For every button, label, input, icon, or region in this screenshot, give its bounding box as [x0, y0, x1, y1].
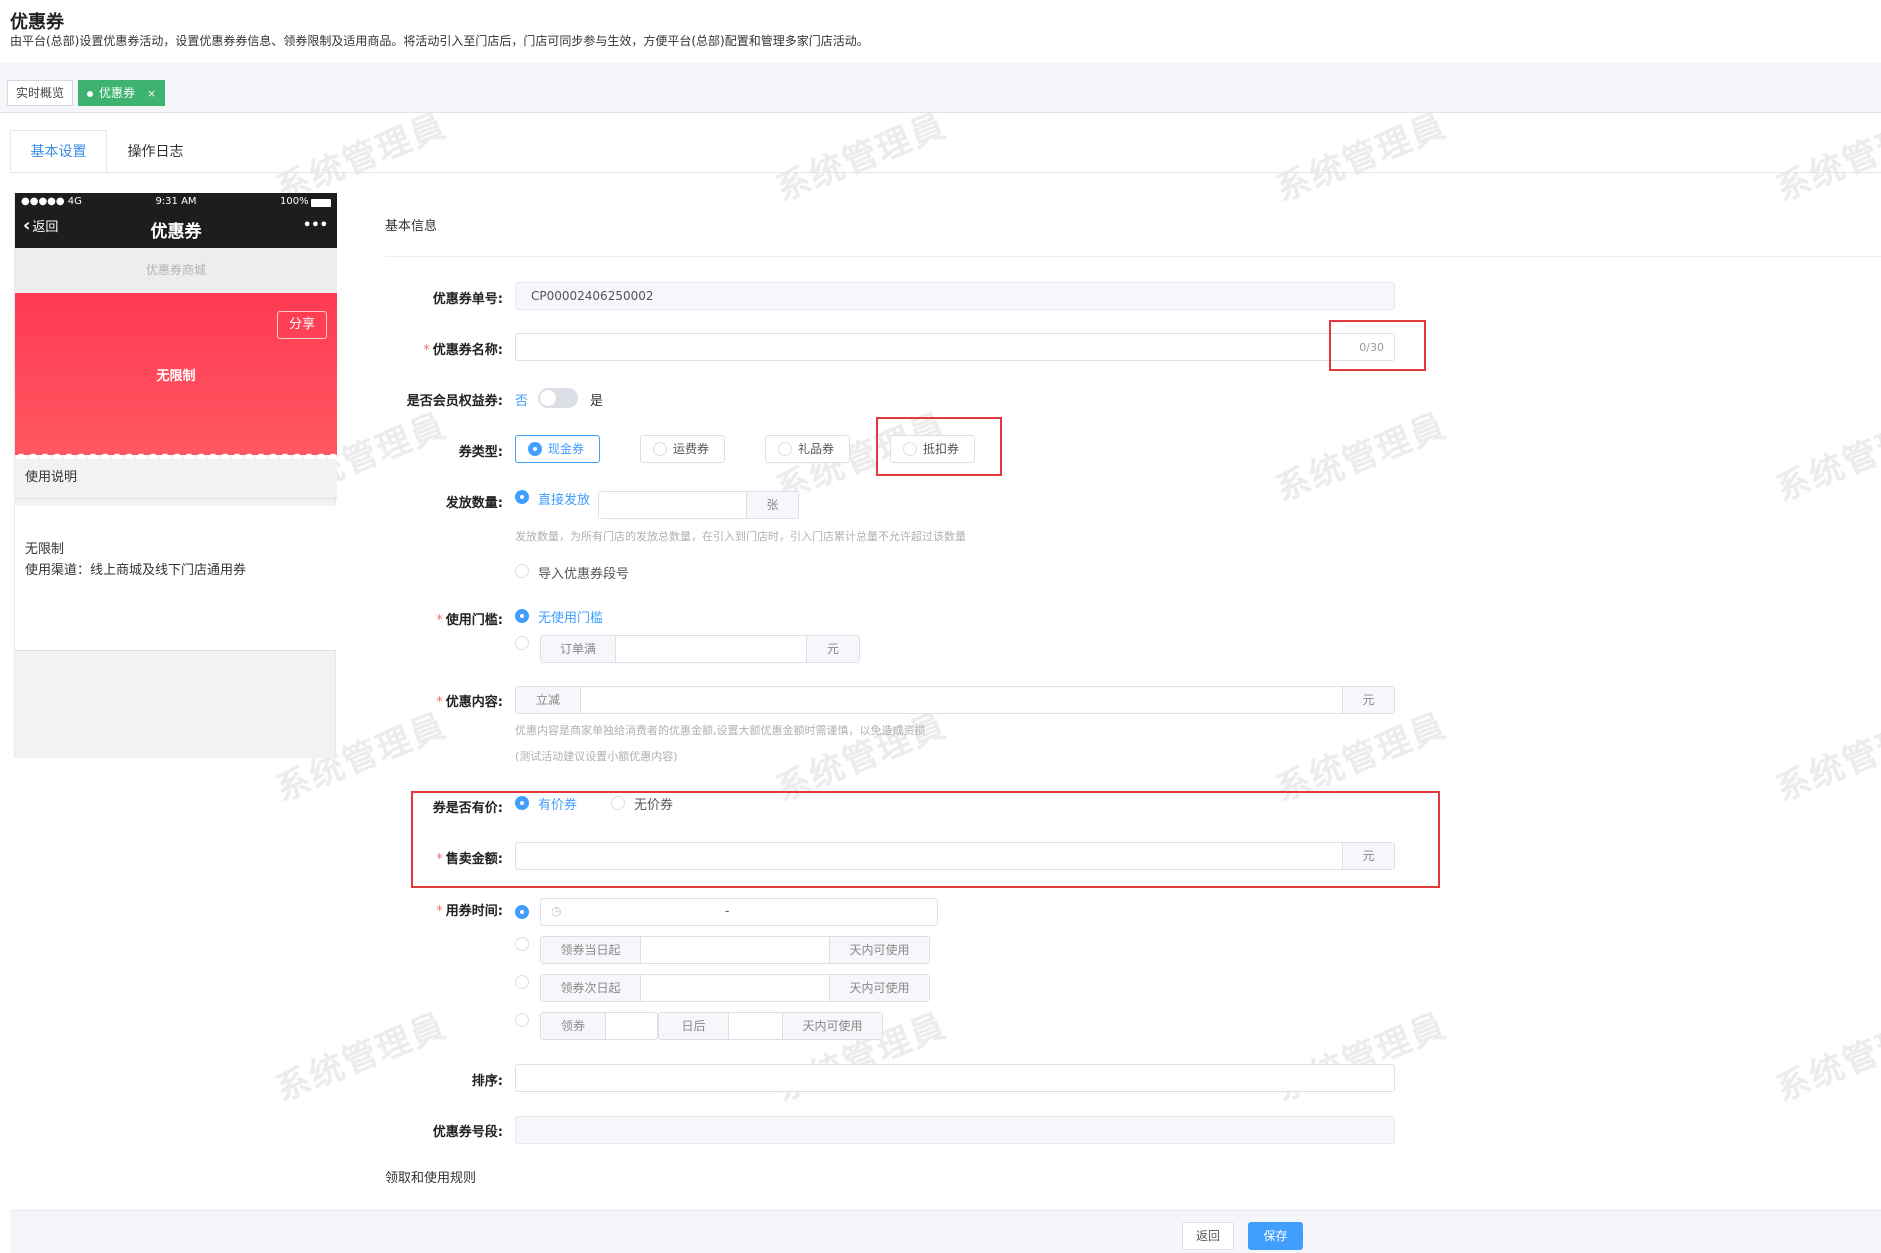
active-dot-icon	[87, 90, 93, 97]
type-gift[interactable]: 礼品券	[765, 435, 850, 463]
share-button[interactable]: 分享	[277, 311, 327, 339]
tab-operation-log[interactable]: 操作日志	[107, 130, 204, 173]
view-tab-label: 优惠券	[99, 86, 136, 100]
quantity-direct-text: 直接发放	[538, 493, 591, 508]
watermark-text: 系统管理員	[770, 105, 953, 211]
time-label: * 用券时间:	[436, 904, 503, 919]
content-input[interactable]: 立减元	[515, 686, 1395, 714]
threshold-amount-radio[interactable]	[515, 636, 529, 650]
tab-basic-settings[interactable]: 基本设置	[10, 130, 107, 173]
member-on-text: 是	[590, 394, 604, 409]
watermark-text: 系统管理員	[1270, 105, 1453, 211]
save-button[interactable]: 保存	[1248, 1222, 1303, 1250]
content-label: * 优惠内容:	[436, 695, 503, 710]
section-rules: 领取和使用规则	[385, 1171, 477, 1186]
content-tip: 优惠内容是商家单独给消费者的优惠金额,设置大额优惠金额时需谨慎，以免造成资损	[515, 724, 926, 737]
watermark-text: 系统管理員	[1770, 1005, 1881, 1111]
threshold-label: * 使用门槛:	[436, 613, 503, 628]
view-tab-overview[interactable]: 实时概览	[7, 80, 74, 106]
watermark-text: 系统管理員	[1270, 405, 1453, 511]
time-after-valid-input[interactable]: 日后 天内可使用	[658, 1012, 883, 1040]
member-label: 是否会员权益券:	[406, 394, 503, 409]
clock-icon: ◷	[551, 904, 562, 918]
view-tab-coupon[interactable]: 优惠券 ×	[78, 80, 166, 106]
threshold-none-text: 无使用门槛	[538, 611, 604, 626]
highlight-box	[1329, 320, 1426, 371]
view-tabs-bar	[0, 63, 1881, 113]
quantity-import-text: 导入优惠券段号	[538, 567, 630, 582]
phone-preview: ●●●●● 4G 9:31 AM 100% ‹ 返回 优惠券 ••• 优惠券商城 …	[14, 193, 337, 758]
sort-label: 排序:	[471, 1074, 503, 1089]
threshold-none-radio[interactable]	[515, 609, 529, 623]
time-sameday-radio[interactable]	[515, 937, 529, 951]
section-basic-info: 基本信息	[385, 219, 438, 234]
phone-title: 优惠券	[150, 222, 202, 242]
phone-subtitle: 优惠券商城	[15, 248, 337, 293]
time-sameday-input[interactable]: 领券当日起 天内可使用	[540, 936, 930, 964]
coupon-text: 无限制	[156, 369, 196, 384]
usage-line: 使用渠道：线上商城及线下门店通用券	[25, 563, 247, 578]
quantity-input[interactable]: 张	[598, 491, 799, 519]
sort-input[interactable]	[515, 1064, 1395, 1092]
segment-field	[515, 1116, 1395, 1144]
highlight-box	[411, 791, 1440, 888]
footer-bar	[10, 1210, 1881, 1253]
quantity-tip: 发放数量，为所有门店的发放总数量，在引入到门店时，引入门店累计总量不允许超过该数…	[515, 530, 966, 543]
time-after-radio[interactable]	[515, 1013, 529, 1027]
threshold-amount-input[interactable]: 订单满元	[540, 635, 860, 663]
time-nextday-input[interactable]: 领券次日起 天内可使用	[540, 974, 930, 1002]
type-freight[interactable]: 运费券	[640, 435, 725, 463]
page-description: 由平台(总部)设置优惠券活动，设置优惠券券信息、领券限制及适用商品。将活动引入至…	[10, 34, 869, 48]
type-cash[interactable]: 现金券	[515, 435, 600, 463]
usage-title: 使用说明	[25, 470, 78, 485]
close-icon[interactable]: ×	[147, 87, 156, 100]
divider	[385, 256, 1881, 257]
coupon-name-input[interactable]: 0/30	[515, 333, 1395, 361]
watermark-text: 系统管理員	[270, 1005, 453, 1111]
usage-panel	[15, 506, 337, 651]
tab-divider	[10, 172, 1881, 173]
watermark-text: 系统管理員	[1770, 405, 1881, 511]
more-icon[interactable]: •••	[303, 218, 328, 233]
coupon-name-label: * 优惠券名称:	[423, 343, 503, 358]
quantity-direct-radio[interactable]	[515, 490, 529, 504]
time-nextday-radio[interactable]	[515, 975, 529, 989]
battery-text: 100%	[280, 196, 309, 207]
back-button[interactable]: 返回	[1182, 1222, 1234, 1250]
time-after-days-input[interactable]: 领券	[540, 1012, 658, 1040]
coupon-no-label: 优惠券单号:	[432, 292, 503, 307]
coupon-edge	[15, 447, 337, 459]
member-off-text: 否	[515, 394, 529, 409]
quantity-import-radio[interactable]	[515, 564, 529, 578]
content-tip: (测试活动建议设置小额优惠内容)	[515, 750, 678, 763]
page-title: 优惠券	[10, 12, 64, 33]
watermark-text: 系统管理員	[1770, 105, 1881, 211]
battery-icon	[311, 199, 331, 207]
coupon-no-field: CP00002406250002	[515, 282, 1395, 310]
time-range-radio[interactable]	[515, 905, 529, 919]
usage-line: 无限制	[25, 542, 65, 557]
highlight-box	[876, 417, 1002, 476]
segment-label: 优惠券号段:	[432, 1125, 503, 1140]
quantity-label: 发放数量:	[445, 496, 503, 511]
watermark-text: 系统管理員	[1770, 705, 1881, 811]
phone-header: ●●●●● 4G 9:31 AM 100% ‹ 返回 优惠券 •••	[15, 193, 337, 248]
member-toggle[interactable]	[538, 388, 578, 408]
watermark-text: 系统管理員	[1270, 1005, 1453, 1111]
time-range-picker[interactable]: ◷ -	[540, 898, 938, 926]
type-label: 券类型:	[458, 445, 503, 460]
